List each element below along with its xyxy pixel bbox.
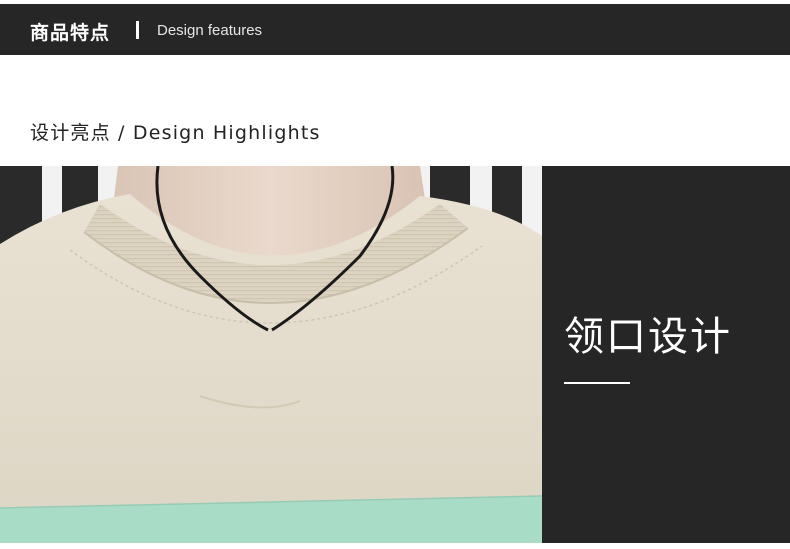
header-title-cn: 商品特点 (30, 22, 111, 44)
product-photo-collar (0, 166, 542, 543)
header-title-en: Design features (157, 22, 263, 39)
feature-panel: 领口设计 (542, 166, 790, 543)
section-subtitle: 设计亮点 / Design Highlights (30, 122, 321, 144)
feature-title: 领口设计 (564, 314, 732, 360)
feature-underline (564, 382, 630, 384)
header-bar: 商品特点 Design features (0, 4, 790, 55)
header-divider (136, 21, 139, 39)
